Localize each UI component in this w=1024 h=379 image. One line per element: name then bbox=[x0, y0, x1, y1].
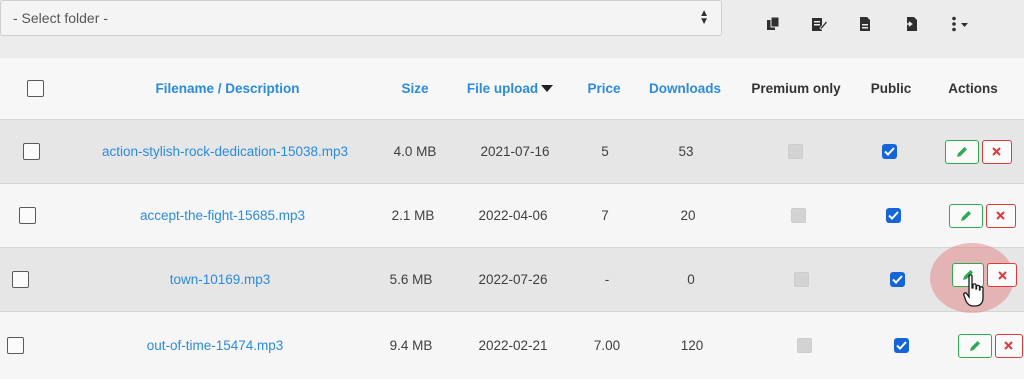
row-select-checkbox[interactable] bbox=[22, 143, 40, 160]
price: 7.00 bbox=[593, 338, 621, 353]
file-size: 5.6 MB bbox=[389, 272, 433, 287]
public-checkbox[interactable] bbox=[885, 208, 901, 223]
edit-button[interactable] bbox=[957, 333, 992, 358]
copy-icon bbox=[767, 16, 780, 30]
downloads: 20 bbox=[680, 208, 696, 223]
row-select-checkbox[interactable] bbox=[11, 271, 29, 288]
close-icon bbox=[1004, 341, 1013, 350]
delete-button[interactable] bbox=[985, 203, 1016, 228]
pencil-icon bbox=[969, 340, 980, 351]
file-size: 2.1 MB bbox=[391, 208, 435, 223]
more-options-button[interactable] bbox=[944, 12, 976, 36]
downloads: 53 bbox=[678, 144, 694, 159]
hand-pointer-icon bbox=[963, 274, 984, 307]
row-select-checkbox[interactable] bbox=[6, 337, 24, 354]
header-price[interactable]: Price bbox=[578, 58, 630, 119]
upload-date: 2022-02-21 bbox=[478, 338, 548, 353]
downloads: 0 bbox=[687, 272, 695, 287]
upload-date: 2022-04-06 bbox=[478, 208, 548, 223]
edit-button[interactable] bbox=[944, 139, 979, 164]
filename-link[interactable]: action-stylish-rock-dedication-15038.mp3 bbox=[80, 120, 370, 183]
price: 7 bbox=[601, 208, 609, 223]
premium-only-checkbox bbox=[787, 144, 803, 159]
delete-button[interactable] bbox=[994, 333, 1023, 358]
checkmark-icon bbox=[883, 147, 895, 156]
close-icon bbox=[997, 270, 1007, 280]
premium-only-checkbox bbox=[793, 272, 809, 287]
close-icon bbox=[992, 147, 1001, 156]
header-downloads[interactable]: Downloads bbox=[640, 58, 730, 119]
delete-button[interactable] bbox=[981, 139, 1012, 164]
upload-date: 2021-07-16 bbox=[480, 144, 550, 159]
header-actions: Actions bbox=[948, 81, 998, 96]
pencil-icon bbox=[960, 210, 971, 221]
sort-descending-icon bbox=[541, 85, 554, 92]
table-header: Filename / Description Size File upload … bbox=[0, 58, 1024, 120]
file-size: 4.0 MB bbox=[393, 144, 437, 159]
price: 5 bbox=[601, 144, 609, 159]
file-size: 9.4 MB bbox=[389, 338, 433, 353]
edit-document-icon bbox=[812, 18, 828, 31]
checkmark-icon bbox=[891, 275, 903, 284]
file-icon bbox=[860, 17, 870, 31]
close-icon bbox=[996, 211, 1005, 220]
header-premium-only: Premium only bbox=[751, 81, 841, 96]
filename-link[interactable]: out-of-time-15474.mp3 bbox=[120, 312, 310, 379]
public-checkbox[interactable] bbox=[881, 144, 897, 159]
edit-document-button[interactable] bbox=[806, 12, 832, 36]
checkmark-icon bbox=[887, 211, 899, 220]
folder-select[interactable]: - Select folder - ▲ ▼ bbox=[0, 0, 722, 36]
checkmark-icon bbox=[895, 341, 907, 350]
table-row: accept-the-fight-15685.mp3 2.1 MB 2022-0… bbox=[0, 184, 1024, 248]
header-public: Public bbox=[870, 81, 912, 96]
more-options-icon bbox=[952, 16, 968, 32]
public-checkbox[interactable] bbox=[889, 272, 905, 287]
premium-only-checkbox bbox=[790, 208, 806, 223]
copy-button[interactable] bbox=[760, 12, 786, 36]
table-row: town-10169.mp3 5.6 MB 2022-07-26 - 0 bbox=[0, 248, 1024, 312]
table-row: out-of-time-15474.mp3 9.4 MB 2022-02-21 … bbox=[0, 312, 1024, 379]
upload-date: 2022-07-26 bbox=[478, 272, 548, 287]
edit-button[interactable] bbox=[948, 203, 983, 228]
header-file-upload-label: File upload bbox=[466, 81, 539, 96]
folder-select-value: - Select folder - bbox=[13, 10, 108, 26]
filename-link[interactable]: town-10169.mp3 bbox=[130, 248, 310, 311]
file-button[interactable] bbox=[852, 12, 878, 36]
public-checkbox[interactable] bbox=[893, 338, 909, 353]
premium-only-checkbox bbox=[796, 338, 812, 353]
top-bar: - Select folder - ▲ ▼ bbox=[0, 0, 1024, 58]
file-move-button[interactable] bbox=[898, 12, 924, 36]
price: - bbox=[604, 272, 610, 287]
header-file-upload[interactable]: File upload bbox=[455, 58, 565, 119]
row-select-checkbox[interactable] bbox=[18, 207, 36, 224]
select-all-checkbox[interactable] bbox=[26, 80, 44, 97]
filename-link[interactable]: accept-the-fight-15685.mp3 bbox=[110, 184, 335, 247]
pencil-icon bbox=[956, 146, 967, 157]
table-row: action-stylish-rock-dedication-15038.mp3… bbox=[0, 120, 1024, 184]
select-arrows-icon: ▲ ▼ bbox=[699, 8, 709, 27]
header-size[interactable]: Size bbox=[385, 58, 445, 119]
header-filename[interactable]: Filename / Description bbox=[120, 58, 335, 119]
delete-button[interactable] bbox=[987, 263, 1017, 287]
downloads: 120 bbox=[680, 338, 704, 353]
file-move-icon bbox=[904, 17, 917, 31]
